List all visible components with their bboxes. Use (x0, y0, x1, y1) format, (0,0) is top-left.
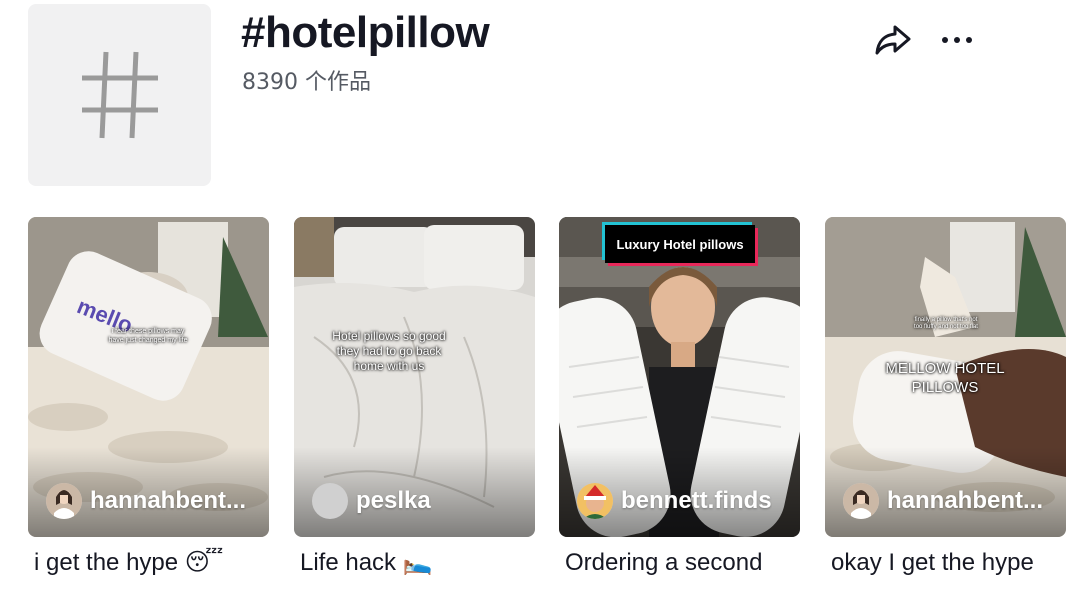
video-overlay-small: finally a pillow that's not too fluffy a… (914, 317, 978, 330)
author[interactable]: bennett.finds (577, 483, 772, 519)
video-card[interactable]: Hotel pillows so good they had to go bac… (294, 217, 535, 576)
more-options-button[interactable] (935, 18, 979, 62)
video-thumbnail[interactable]: mello i fear these pillows may have just… (28, 217, 269, 537)
hashtag-icon (81, 51, 158, 139)
hashtag-avatar (28, 4, 211, 186)
author-name: peslka (356, 487, 431, 514)
video-caption[interactable]: i get the hype 😴 (34, 547, 270, 579)
video-card[interactable]: Luxury Hotel pillows bennett.finds Order… (559, 217, 800, 576)
video-thumbnail[interactable]: Luxury Hotel pillows bennett.finds (559, 217, 800, 537)
video-thumbnail[interactable]: finally a pillow that's not too fluffy a… (825, 217, 1066, 537)
video-overlay-text: i fear these pillows may have just chang… (108, 328, 188, 344)
video-overlay-text: Hotel pillows so good they had to go bac… (332, 329, 446, 373)
video-overlay-big: MELLOW HOTEL PILLOWS (885, 360, 1005, 396)
video-badge: Luxury Hotel pillows (605, 225, 755, 263)
author[interactable]: hannahbent... (46, 483, 246, 519)
video-caption[interactable]: Life hack 🛌 (300, 547, 536, 579)
author-name: hannahbent... (887, 487, 1043, 514)
avatar (312, 483, 348, 519)
avatar (577, 483, 613, 519)
video-card[interactable]: mello i fear these pillows may have just… (28, 217, 269, 576)
avatar (843, 483, 879, 519)
share-button[interactable] (871, 18, 915, 62)
video-caption[interactable]: Ordering a second (565, 547, 801, 579)
page-title: #hotelpillow (241, 8, 490, 57)
video-card[interactable]: finally a pillow that's not too fluffy a… (825, 217, 1066, 576)
share-icon (875, 25, 911, 55)
more-icon (942, 37, 972, 43)
hashtag-page: #hotelpillow 8390 个作品 mello i fear these… (0, 0, 1080, 591)
author[interactable]: hannahbent... (843, 483, 1043, 519)
avatar (46, 483, 82, 519)
author[interactable]: peslka (312, 483, 431, 519)
author-name: bennett.finds (621, 487, 772, 514)
video-caption[interactable]: okay I get the hype (831, 547, 1067, 579)
author-name: hannahbent... (90, 487, 246, 514)
video-count: 8390 个作品 (242, 70, 371, 95)
video-thumbnail[interactable]: Hotel pillows so good they had to go bac… (294, 217, 535, 537)
